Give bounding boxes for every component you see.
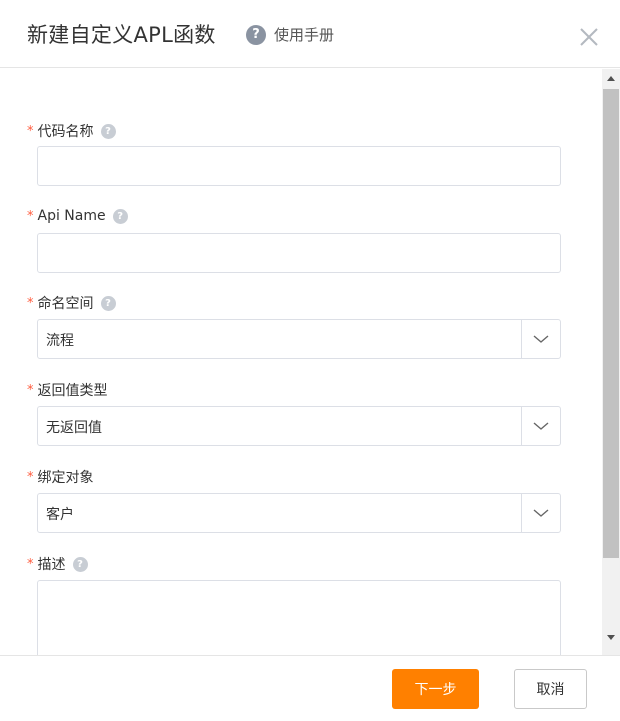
help-manual-label: 使用手册 <box>274 26 335 44</box>
scrollbar-thumb[interactable] <box>603 89 619 558</box>
return-type-label: * 返回值类型 <box>27 380 108 400</box>
code-name-label-text: 代码名称 <box>37 124 94 140</box>
bind-object-label-text: 绑定对象 <box>37 470 94 486</box>
dialog-footer: 下一步 取消 <box>0 655 620 721</box>
required-mark: * <box>27 123 34 139</box>
required-mark: * <box>27 382 34 398</box>
cancel-button[interactable]: 取消 <box>514 669 587 709</box>
code-name-label: * 代码名称 ? <box>27 121 116 141</box>
chevron-down-icon[interactable] <box>521 320 560 358</box>
help-tooltip-icon[interactable]: ? <box>72 556 88 572</box>
bind-object-selected-value: 客户 <box>46 507 74 523</box>
dialog-header: 新建自定义APL函数 ? 使用手册 <box>0 0 620 68</box>
scroll-up-arrow-icon[interactable] <box>607 76 615 81</box>
bind-object-select[interactable]: 客户 <box>37 493 561 533</box>
close-icon[interactable] <box>578 26 600 48</box>
return-type-select[interactable]: 无返回值 <box>37 406 561 446</box>
namespace-label: * 命名空间 ? <box>27 293 116 313</box>
required-mark: * <box>27 556 34 572</box>
code-name-input[interactable] <box>37 146 561 186</box>
api-name-label: * Api Name ? <box>27 208 128 224</box>
required-mark: * <box>27 208 34 224</box>
next-step-button[interactable]: 下一步 <box>392 669 479 709</box>
dialog-title: 新建自定义APL函数 <box>27 23 216 47</box>
namespace-select[interactable]: 流程 <box>37 319 561 359</box>
namespace-label-text: 命名空间 <box>37 296 94 312</box>
chevron-down-icon[interactable] <box>521 494 560 532</box>
required-mark: * <box>27 469 34 485</box>
help-tooltip-icon[interactable]: ? <box>112 208 128 224</box>
description-label-text: 描述 <box>37 557 66 573</box>
help-tooltip-icon[interactable]: ? <box>100 295 116 311</box>
return-type-selected-value: 无返回值 <box>46 420 102 436</box>
dialog-body: * 代码名称 ? * Api Name ? * 命名空间 ? 流程 * 返回值类… <box>0 69 620 655</box>
api-name-input[interactable] <box>37 233 561 273</box>
namespace-selected-value: 流程 <box>46 333 74 349</box>
help-tooltip-icon[interactable]: ? <box>100 123 116 139</box>
return-type-label-text: 返回值类型 <box>37 383 108 399</box>
vertical-scrollbar[interactable] <box>602 69 620 655</box>
question-circle-icon: ? <box>246 24 266 45</box>
chevron-down-icon[interactable] <box>521 407 560 445</box>
bind-object-label: * 绑定对象 <box>27 467 94 487</box>
scroll-down-arrow-icon[interactable] <box>607 635 615 640</box>
description-label: * 描述 ? <box>27 554 88 574</box>
description-textarea[interactable] <box>37 580 561 655</box>
help-manual-link[interactable]: ? 使用手册 <box>246 24 334 45</box>
required-mark: * <box>27 295 34 311</box>
api-name-label-text: Api Name <box>37 208 106 224</box>
